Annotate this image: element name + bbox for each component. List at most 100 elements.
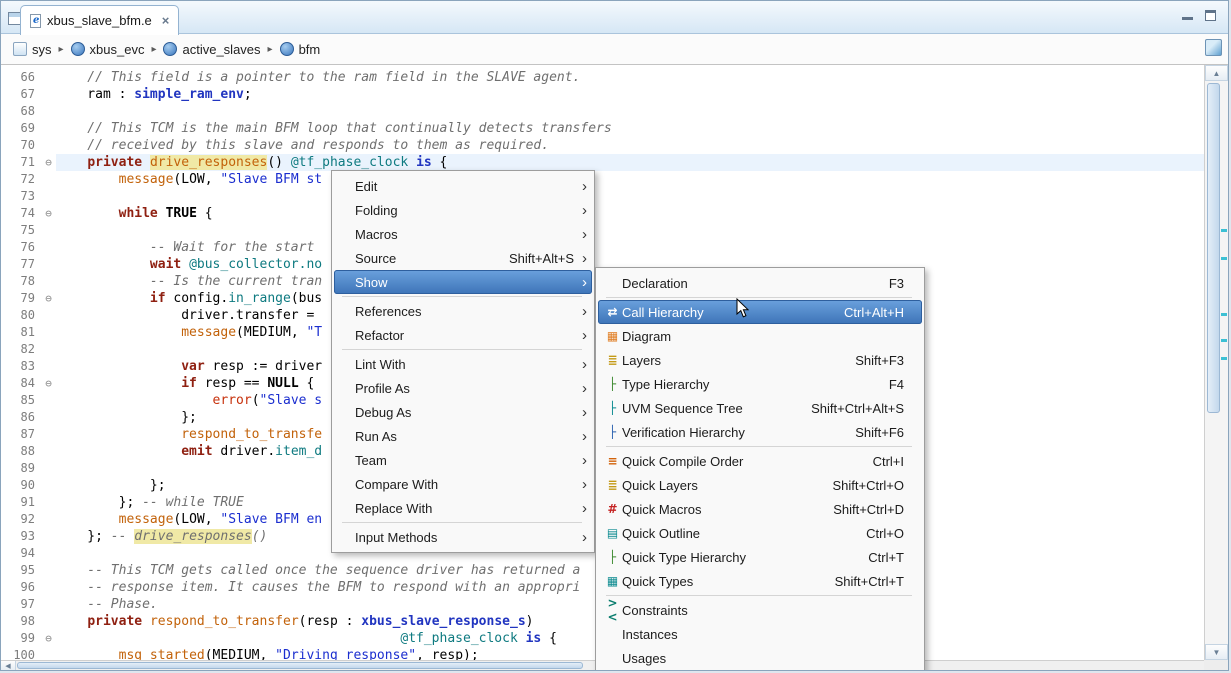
fold-gutter	[41, 103, 56, 120]
code-line[interactable]: 66 // This field is a pointer to the ram…	[1, 69, 1204, 86]
show-submenu: DeclarationF3 ⇄Call HierarchyCtrl+Alt+H▦D…	[595, 267, 925, 671]
tab-close-icon[interactable]: ×	[162, 13, 170, 28]
horizontal-scrollbar-thumb[interactable]	[17, 662, 583, 669]
sys-icon	[13, 42, 27, 56]
code-line[interactable]: 76 -- Wait for the start	[1, 239, 1204, 256]
menu-item-uvm-sequence-tree[interactable]: ├UVM Sequence TreeShift+Ctrl+Alt+S	[598, 396, 922, 420]
quick-type-hierarchy-icon: ├	[603, 550, 622, 564]
breadcrumb-toolbar-icon[interactable]	[1205, 39, 1222, 56]
menu-item-accelerator: Shift+Ctrl+O	[832, 478, 904, 493]
menu-item-quick-outline[interactable]: ▤Quick OutlineCtrl+O	[598, 521, 922, 545]
menu-item-layers[interactable]: ≣LayersShift+F3	[598, 348, 922, 372]
menu-item-constraints[interactable]: ><Constraints	[598, 598, 922, 622]
fold-gutter	[41, 460, 56, 477]
code-line[interactable]: 67 ram : simple_ram_env;	[1, 86, 1204, 103]
menu-item-input-methods[interactable]: Input Methods›	[334, 525, 592, 549]
submenu-arrow-icon: ›	[574, 251, 587, 266]
menu-item-diagram[interactable]: ▦Diagram	[598, 324, 922, 348]
scroll-left-icon[interactable]: ◀	[1, 661, 16, 670]
breadcrumb-item-active-slaves[interactable]: active_slaves	[159, 40, 264, 59]
scroll-down-icon[interactable]: ▼	[1205, 644, 1228, 660]
fold-collapse-icon[interactable]: ⊖	[41, 630, 56, 647]
menu-item-label: Diagram	[622, 329, 886, 344]
menu-item-references[interactable]: References›	[334, 299, 592, 323]
menu-item-quick-type-hierarchy[interactable]: ├Quick Type HierarchyCtrl+T	[598, 545, 922, 569]
breadcrumb-chevron-icon: ▸	[59, 44, 64, 55]
breadcrumb-item-xbus-evc[interactable]: xbus_evc	[67, 40, 149, 59]
menu-item-declaration[interactable]: DeclarationF3	[598, 271, 922, 295]
constraints-icon: ><	[603, 596, 622, 624]
bfm-icon	[280, 42, 294, 56]
line-number: 87	[1, 426, 41, 443]
code-text	[56, 103, 1204, 120]
breadcrumb-item-bfm[interactable]: bfm	[276, 40, 325, 59]
code-line[interactable]: 68	[1, 103, 1204, 120]
menu-item-replace-with[interactable]: Replace With›	[334, 496, 592, 520]
menu-item-accelerator: F3	[889, 276, 904, 291]
breadcrumb-label: bfm	[299, 42, 321, 57]
minimize-view-icon[interactable]	[1182, 10, 1193, 20]
code-line[interactable]: 75	[1, 222, 1204, 239]
fold-gutter	[41, 409, 56, 426]
code-line[interactable]: 69 // This TCM is the main BFM loop that…	[1, 120, 1204, 137]
menu-item-quick-macros[interactable]: #Quick MacrosShift+Ctrl+D	[598, 497, 922, 521]
menu-item-quick-types[interactable]: ▦Quick TypesShift+Ctrl+T	[598, 569, 922, 593]
menu-item-label: Edit	[339, 179, 556, 194]
menu-item-type-hierarchy[interactable]: ├Type HierarchyF4	[598, 372, 922, 396]
code-line[interactable]: 71⊖ private drive_responses() @tf_phase_…	[1, 154, 1204, 171]
menu-item-verification-hierarchy[interactable]: ├Verification HierarchyShift+F6	[598, 420, 922, 444]
fold-collapse-icon[interactable]: ⊖	[41, 290, 56, 307]
menu-item-debug-as[interactable]: Debug As›	[334, 400, 592, 424]
code-text: message(LOW, "Slave BFM st	[56, 171, 1204, 188]
code-line[interactable]: 74⊖ while TRUE {	[1, 205, 1204, 222]
submenu-arrow-icon: ›	[574, 328, 587, 343]
code-text: while TRUE {	[56, 205, 1204, 222]
menu-item-accelerator: Ctrl+T	[868, 550, 904, 565]
menu-item-folding[interactable]: Folding›	[334, 198, 592, 222]
submenu-arrow-icon: ›	[574, 357, 587, 372]
editor-tab-xbus-slave-bfm[interactable]: xbus_slave_bfm.e ×	[20, 5, 179, 35]
menu-item-lint-with[interactable]: Lint With›	[334, 352, 592, 376]
menu-item-macros[interactable]: Macros›	[334, 222, 592, 246]
code-text: private drive_responses() @tf_phase_cloc…	[56, 154, 1204, 171]
menu-item-quick-compile-order[interactable]: ≡Quick Compile OrderCtrl+I	[598, 449, 922, 473]
breadcrumb-item-sys[interactable]: sys	[9, 40, 56, 59]
code-line[interactable]: 72 message(LOW, "Slave BFM st	[1, 171, 1204, 188]
menu-item-compare-with[interactable]: Compare With›	[334, 472, 592, 496]
fold-gutter	[41, 443, 56, 460]
menu-item-label: Verification Hierarchy	[622, 425, 837, 440]
line-number: 82	[1, 341, 41, 358]
menu-item-team[interactable]: Team›	[334, 448, 592, 472]
menu-item-source[interactable]: SourceShift+Alt+S›	[334, 246, 592, 270]
menu-item-show[interactable]: Show›	[334, 270, 592, 294]
code-line[interactable]: 73	[1, 188, 1204, 205]
active-slaves-icon	[163, 42, 177, 56]
menu-item-run-as[interactable]: Run As›	[334, 424, 592, 448]
fold-collapse-icon[interactable]: ⊖	[41, 205, 56, 222]
menu-item-accelerator: F4	[889, 377, 904, 392]
breadcrumb: sys▸xbus_evc▸active_slaves▸bfm	[1, 34, 1228, 65]
quick-layers-icon: ≣	[603, 478, 622, 492]
overview-annotation-mark	[1221, 229, 1227, 232]
maximize-view-icon[interactable]	[1205, 10, 1216, 21]
menu-item-usages[interactable]: Usages	[598, 646, 922, 670]
fold-gutter	[41, 596, 56, 613]
uvm-sequence-tree-icon: ├	[603, 401, 622, 415]
menu-item-accelerator: Shift+Ctrl+Alt+S	[811, 401, 904, 416]
menu-item-edit[interactable]: Edit›	[334, 174, 592, 198]
scroll-up-icon[interactable]: ▲	[1205, 65, 1228, 81]
vertical-scrollbar[interactable]: ▲ ▼	[1204, 65, 1228, 660]
code-line[interactable]: 70 // received by this slave and respond…	[1, 137, 1204, 154]
overview-annotation-mark	[1221, 357, 1227, 360]
fold-collapse-icon[interactable]: ⊖	[41, 375, 56, 392]
menu-separator	[606, 595, 912, 596]
menu-item-call-hierarchy[interactable]: ⇄Call HierarchyCtrl+Alt+H	[598, 300, 922, 324]
menu-item-refactor[interactable]: Refactor›	[334, 323, 592, 347]
menu-item-profile-as[interactable]: Profile As›	[334, 376, 592, 400]
menu-item-quick-layers[interactable]: ≣Quick LayersShift+Ctrl+O	[598, 473, 922, 497]
breadcrumb-label: active_slaves	[182, 42, 260, 57]
menu-item-instances[interactable]: Instances	[598, 622, 922, 646]
vertical-scrollbar-thumb[interactable]	[1207, 83, 1220, 413]
menu-item-label: Compare With	[339, 477, 556, 492]
fold-collapse-icon[interactable]: ⊖	[41, 154, 56, 171]
